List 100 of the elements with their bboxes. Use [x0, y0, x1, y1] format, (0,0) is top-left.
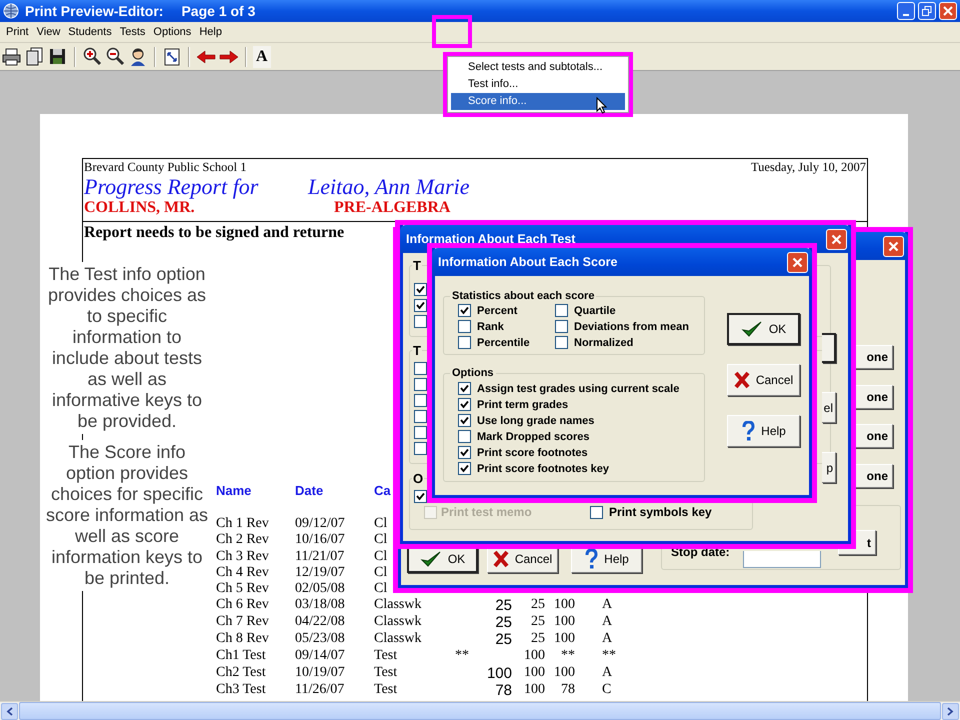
font-button[interactable]: A [253, 46, 271, 68]
report-title: Progress Report for [84, 175, 260, 199]
scroll-right-button[interactable] [942, 702, 959, 720]
checkbox[interactable] [414, 394, 427, 407]
save-icon[interactable] [48, 46, 68, 66]
menu-item[interactable]: Print [2, 26, 33, 38]
checkbox-label[interactable]: Quartile [574, 304, 616, 316]
menu-option[interactable]: Test info... [451, 76, 625, 93]
minimize-icon [903, 14, 909, 16]
checkbox[interactable] [414, 283, 427, 296]
window-title: Print Preview-Editor: [25, 3, 164, 19]
checkbox[interactable] [458, 320, 471, 333]
checkbox-label[interactable]: Print score footnotes [477, 446, 588, 458]
checkbox[interactable] [458, 304, 471, 317]
table-cell: 25 [495, 631, 512, 648]
menu-item[interactable]: Students [64, 26, 116, 38]
table-cell: Test [374, 682, 398, 699]
checkbox[interactable] [414, 299, 427, 312]
zoom-out-icon[interactable] [105, 46, 125, 66]
school-name: Brevard County Public School 1 [84, 160, 246, 175]
dialog-button[interactable]: OK [727, 313, 800, 345]
checkbox-label[interactable]: Rank [477, 320, 504, 332]
menu-option[interactable]: Score info... [451, 93, 625, 110]
checkbox[interactable] [458, 462, 471, 475]
checkbox[interactable] [414, 426, 427, 439]
checkbox-label[interactable]: Use long grade names [477, 414, 594, 426]
table-cell: Cl [374, 532, 388, 549]
checkbox[interactable] [590, 506, 603, 519]
checkbox-label[interactable]: Percent [477, 304, 518, 316]
checkbox[interactable] [414, 410, 427, 423]
app-globe-icon [3, 3, 19, 19]
dialog-button[interactable]: one [854, 464, 893, 488]
checkbox-label[interactable]: Print score footnotes key [477, 462, 610, 474]
checkbox-label[interactable]: Assign test grades using current scale [477, 382, 680, 394]
group-label: Statistics about each score [451, 290, 596, 302]
checkbox[interactable] [458, 336, 471, 349]
checkbox[interactable] [458, 414, 471, 427]
fit-page-icon[interactable] [162, 46, 182, 66]
table-cell-text: A [601, 597, 612, 614]
minimize-button[interactable] [897, 2, 915, 20]
close-button[interactable] [939, 2, 957, 20]
scroll-left-button[interactable] [1, 702, 18, 720]
printer-icon[interactable] [2, 46, 22, 66]
table-cell: Ch1 Test [216, 648, 266, 665]
checkbox[interactable] [414, 362, 427, 375]
checkbox[interactable] [458, 398, 471, 411]
checkbox[interactable] [414, 378, 427, 391]
dialog-button[interactable]: one [854, 424, 893, 448]
pages-icon[interactable] [25, 46, 45, 66]
dialog-button[interactable]: Cancel [727, 364, 800, 396]
checkbox[interactable] [414, 442, 427, 455]
checkbox[interactable] [555, 320, 568, 333]
checkbox-label[interactable]: Print term grades [477, 398, 568, 410]
close-button[interactable] [826, 228, 847, 250]
checkbox[interactable] [458, 430, 471, 443]
checkbox-label[interactable]: Print symbols key [609, 505, 712, 519]
close-button[interactable] [787, 252, 808, 272]
dialog-button[interactable]: p [822, 452, 836, 483]
page-indicator: Page 1 of 3 [181, 3, 256, 19]
menu-item[interactable]: View [32, 26, 64, 38]
close-button[interactable] [883, 236, 904, 256]
zoom-in-icon[interactable] [82, 46, 102, 66]
x-icon [734, 371, 750, 389]
table-cell: 100 [524, 682, 545, 699]
table-cell: 09/14/07 [295, 648, 345, 665]
table-cell: 05/23/08 [295, 631, 345, 648]
restore-button[interactable] [918, 2, 936, 20]
dialog-button[interactable]: el [822, 392, 836, 423]
scrollbar-thumb[interactable] [19, 702, 941, 720]
table-cell: Ch 6 Rev [216, 597, 269, 614]
menu-item[interactable]: Tests [116, 26, 150, 38]
column-header: Date [295, 482, 324, 500]
checkbox[interactable] [555, 336, 568, 349]
close-icon [888, 240, 899, 252]
menu-item[interactable]: Options [149, 26, 196, 38]
checkbox-label[interactable]: Deviations from mean [574, 320, 689, 332]
table-cell: 03/18/08 [295, 597, 345, 614]
checkbox[interactable] [414, 315, 427, 328]
checkbox[interactable] [555, 304, 568, 317]
check-icon [420, 550, 442, 568]
stop-date-field[interactable] [743, 551, 821, 568]
table-cell: 25 [495, 597, 512, 614]
caption-text: The Score info option provides choices for specific score information as well as score information keys to be printed. [44, 440, 210, 591]
dialog-button[interactable]: Help [727, 415, 800, 447]
menu-option[interactable]: Select tests and subtotals... [451, 59, 625, 76]
table-cell-text: ** [601, 648, 616, 665]
dialog-button[interactable]: one [854, 345, 893, 369]
menu-item[interactable]: Help [195, 26, 226, 38]
checkbox[interactable] [458, 382, 471, 395]
table-cell-text: C [601, 682, 612, 699]
student-name: Leitao, Ann Marie [308, 175, 470, 199]
dialog-button[interactable] [822, 333, 836, 363]
person-icon[interactable] [128, 46, 148, 66]
checkbox-label[interactable]: Percentile [477, 336, 530, 348]
checkbox-label[interactable]: Mark Dropped scores [477, 430, 590, 442]
dialog-button[interactable]: one [854, 385, 893, 409]
checkbox-label[interactable]: Normalized [574, 336, 634, 348]
checkbox[interactable] [414, 490, 427, 503]
report-date: Tuesday, July 10, 2007 [750, 160, 866, 175]
checkbox[interactable] [458, 446, 471, 459]
